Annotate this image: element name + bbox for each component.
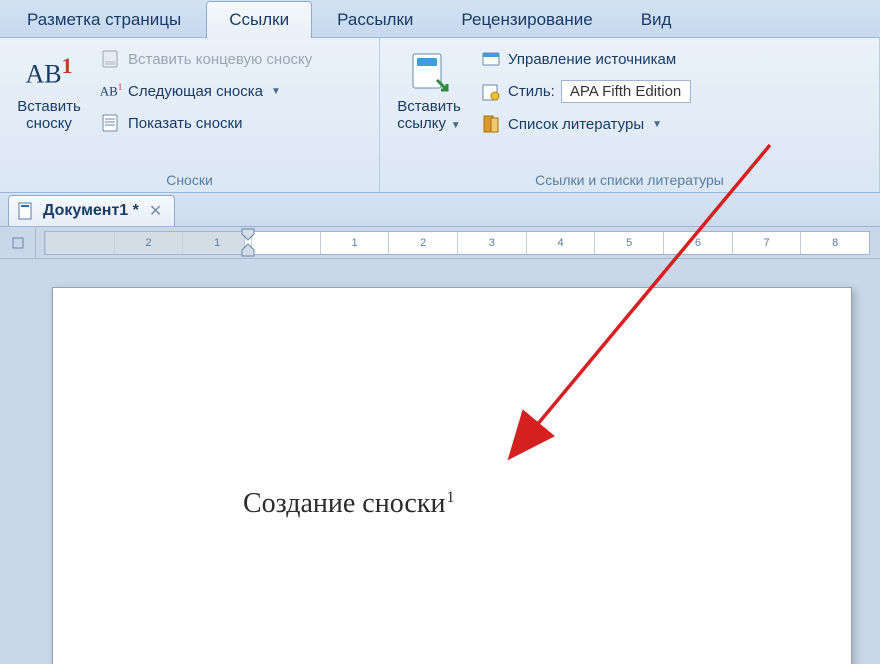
ruler-tick: 5	[594, 232, 663, 254]
show-notes-label: Показать сноски	[128, 115, 243, 132]
ruler-tick: 6	[663, 232, 732, 254]
insert-footnote-label-2: сноску	[26, 115, 72, 132]
next-footnote-button[interactable]: AB1 Следующая сноска ▼	[96, 78, 316, 104]
ruler-tick: 4	[526, 232, 595, 254]
footnote-reference: 1	[446, 489, 454, 506]
chevron-down-icon: ▼	[652, 119, 662, 130]
document-page[interactable]: Создание сноски1	[52, 287, 852, 664]
document-name: Документ1	[43, 202, 128, 219]
bibliography-icon	[480, 113, 502, 135]
bibliography-button[interactable]: Список литературы ▼	[476, 111, 695, 137]
group-citations-label: Ссылки и списки литературы	[390, 170, 869, 190]
insert-citation-label-2: ссылку	[397, 115, 446, 132]
endnote-icon	[100, 48, 122, 70]
document-icon	[17, 202, 35, 220]
style-icon	[480, 81, 502, 103]
close-icon[interactable]: ✕	[147, 201, 164, 221]
document-modified-indicator: *	[133, 202, 139, 219]
insert-endnote-label: Вставить концевую сноску	[128, 51, 312, 68]
ruler-tick: 2	[388, 232, 457, 254]
next-footnote-label: Следующая сноска	[128, 83, 263, 100]
ruler-row: 2 1 1 2 3 4 5 6 7 8	[0, 227, 880, 259]
insert-citation-button[interactable]: Вставить ссылку ▼	[390, 44, 468, 137]
group-citations: Вставить ссылку ▼ Управление источникам …	[380, 38, 880, 192]
insert-footnote-button[interactable]: AB1 Вставить сноску	[10, 44, 88, 137]
ruler-tick: 7	[732, 232, 801, 254]
ruler-tick	[45, 232, 114, 254]
citation-style-control[interactable]: Стиль: APA Fifth Edition	[476, 78, 695, 105]
tab-view[interactable]: Вид	[618, 1, 695, 38]
show-notes-button[interactable]: Показать сноски	[96, 110, 316, 136]
indent-marker-icon[interactable]	[241, 228, 255, 261]
page-text: Создание сноски1	[243, 488, 454, 520]
manage-sources-icon	[480, 48, 502, 70]
chevron-down-icon: ▼	[271, 86, 281, 97]
insert-footnote-label-1: Вставить	[17, 98, 81, 115]
insert-citation-label-1: Вставить	[397, 98, 461, 115]
group-footnotes: AB1 Вставить сноску Вставить концевую сн…	[0, 38, 380, 192]
bibliography-label: Список литературы	[508, 116, 644, 133]
insert-endnote-button[interactable]: Вставить концевую сноску	[96, 46, 316, 72]
tab-mailings[interactable]: Рассылки	[314, 1, 436, 38]
insert-citation-icon	[405, 48, 453, 96]
next-footnote-icon: AB1	[100, 80, 122, 102]
ruler-tick	[251, 232, 320, 254]
ruler-tick: 8	[800, 232, 869, 254]
ribbon-tabs: Разметка страницы Ссылки Рассылки Реценз…	[0, 0, 880, 38]
horizontal-ruler[interactable]: 2 1 1 2 3 4 5 6 7 8	[44, 231, 870, 255]
style-value-box[interactable]: APA Fifth Edition	[561, 80, 691, 103]
chevron-down-icon: ▼	[448, 120, 461, 131]
show-notes-icon	[100, 112, 122, 134]
ruler-tick: 2	[114, 232, 183, 254]
footnote-ab-icon: AB1	[25, 48, 73, 96]
ribbon: AB1 Вставить сноску Вставить концевую сн…	[0, 38, 880, 193]
group-footnotes-label: Сноски	[10, 170, 369, 190]
tab-review[interactable]: Рецензирование	[438, 1, 615, 38]
style-label: Стиль:	[508, 83, 555, 100]
tab-references[interactable]: Ссылки	[206, 1, 312, 38]
ruler-corner-button[interactable]	[0, 227, 36, 259]
manage-sources-button[interactable]: Управление источникам	[476, 46, 695, 72]
ruler-tick: 1	[320, 232, 389, 254]
manage-sources-label: Управление источникам	[508, 51, 676, 68]
ruler-tick: 3	[457, 232, 526, 254]
document-tab[interactable]: Документ1 * ✕	[8, 195, 175, 226]
ruler-ticks: 2 1 1 2 3 4 5 6 7 8	[45, 232, 869, 254]
document-tab-bar: Документ1 * ✕	[0, 193, 880, 227]
tab-page-layout[interactable]: Разметка страницы	[4, 1, 204, 38]
workspace: 2 1 1 2 3 4 5 6 7 8 Создание сноски	[0, 227, 880, 664]
